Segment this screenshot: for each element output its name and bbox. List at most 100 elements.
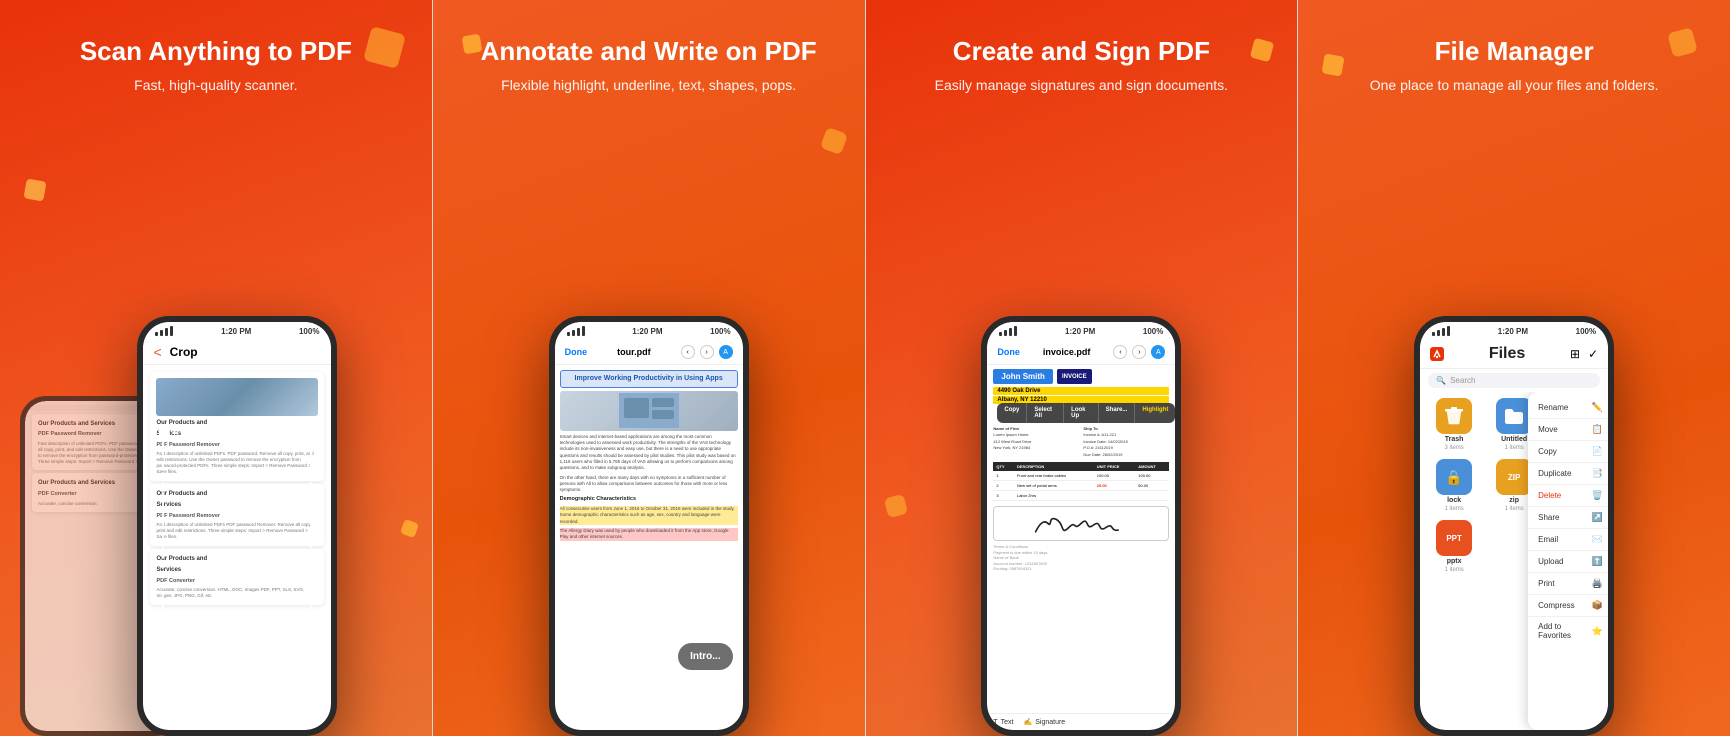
compress-label: Compress bbox=[1538, 601, 1574, 610]
ctx-copy[interactable]: Copy bbox=[997, 403, 1027, 423]
email-icon: ✉️ bbox=[1592, 534, 1603, 545]
article-body-2: On the other hand, there are many days w… bbox=[560, 475, 738, 494]
share-icon: ↗️ bbox=[1592, 512, 1603, 523]
ctx-look-up[interactable]: Look Up bbox=[1064, 403, 1099, 423]
phone-files: 1:20 PM 100% Files ⊞ ✓ 🔍 bbox=[1414, 316, 1614, 736]
invoice-terms: Terms & Conditions Payment is due within… bbox=[993, 544, 1169, 572]
article-image bbox=[560, 391, 738, 431]
statusbar-scan: 1:20 PM 100% bbox=[143, 322, 331, 340]
article-body-1: Smart devices and internet-based applica… bbox=[560, 434, 738, 472]
zip-file-name: zip bbox=[1509, 497, 1519, 504]
duplicate-icon: 📑 bbox=[1592, 468, 1603, 479]
ctx-favorites[interactable]: Add to Favorites ⭐ bbox=[1528, 617, 1608, 645]
ctx-duplicate[interactable]: Duplicate 📑 bbox=[1528, 463, 1608, 485]
print-icon: 🖨️ bbox=[1592, 578, 1603, 589]
back-arrow-icon[interactable]: < bbox=[153, 344, 161, 360]
file-item-pptx[interactable]: PPT pptx 1 items bbox=[1428, 520, 1480, 573]
invoice-label: INVOICE bbox=[1057, 369, 1092, 384]
pptx-file-icon: PPT bbox=[1436, 520, 1472, 556]
ctx-share[interactable]: Share... bbox=[1099, 403, 1136, 423]
favorites-icon: ⭐ bbox=[1592, 626, 1603, 637]
sig-icon: ✍ bbox=[1024, 718, 1033, 726]
deco-square-3 bbox=[400, 519, 419, 538]
pptx-file-size: 1 items bbox=[1444, 567, 1463, 573]
files-header-icons: ⊞ ✓ bbox=[1570, 347, 1598, 361]
crop-overlay[interactable] bbox=[162, 432, 312, 709]
context-panel: Rename ✏️ Move 📋 Copy 📄 Duplicate bbox=[1528, 392, 1608, 730]
files-title-heading: File Manager bbox=[1415, 36, 1614, 67]
files-subtitle: One place to manage all your files and f… bbox=[1340, 75, 1689, 96]
invoice-table: QTY DESCRIPTION UNIT PRICE AMOUNT 1 Fron… bbox=[993, 462, 1169, 501]
untitled-folder-name: Untitled bbox=[1501, 436, 1527, 443]
compress-icon: 📦 bbox=[1592, 600, 1603, 611]
ctx-select-all[interactable]: Select All bbox=[1027, 403, 1064, 423]
invoice-context-menu: Copy Select All Look Up Share... Highlig… bbox=[997, 403, 1175, 423]
highlight-box: Improve Working Productivity in Using Ap… bbox=[560, 370, 738, 388]
battery-sign: 100% bbox=[1143, 327, 1163, 336]
files-search-bar[interactable]: 🔍 Search bbox=[1428, 373, 1600, 388]
ctx-rename[interactable]: Rename ✏️ bbox=[1528, 397, 1608, 419]
deco-sq-s1 bbox=[1250, 38, 1274, 62]
demographic-heading: Demographic Characteristics bbox=[560, 496, 738, 504]
lock-file-size: 1 items bbox=[1444, 506, 1463, 512]
intro-bubble: Intro... bbox=[678, 643, 733, 670]
scan-title: Scan Anything to PDF bbox=[60, 36, 372, 67]
deco-sq-a2 bbox=[819, 127, 847, 155]
deco-sq-f2 bbox=[1667, 27, 1698, 58]
annotate-filename: tour.pdf bbox=[617, 347, 651, 357]
annotate-icon-prev[interactable]: ‹ bbox=[681, 345, 695, 359]
invoice-address: 4490 Oak Drive Albany, NY 12210 bbox=[993, 387, 1169, 404]
sign-title: Create and Sign PDF bbox=[933, 36, 1230, 67]
search-icon: 🔍 bbox=[1436, 376, 1446, 385]
file-item-trash[interactable]: Trash 3 items bbox=[1428, 398, 1480, 451]
ctx-print[interactable]: Print 🖨️ bbox=[1528, 573, 1608, 595]
print-label: Print bbox=[1538, 579, 1554, 588]
battery-files: 100% bbox=[1576, 327, 1596, 336]
files-header: Files ⊞ ✓ bbox=[1420, 340, 1608, 369]
ctx-upload[interactable]: Upload ⬆️ bbox=[1528, 551, 1608, 573]
section-files: File Manager One place to manage all you… bbox=[1298, 0, 1730, 736]
annotate-toolbar: ‹ › A bbox=[681, 345, 733, 359]
email-label: Email bbox=[1538, 535, 1558, 544]
trash-folder-icon bbox=[1436, 398, 1472, 434]
annotate-nav: Done tour.pdf ‹ › A bbox=[555, 340, 743, 365]
invoice-address-1: 4490 Oak Drive bbox=[993, 387, 1169, 395]
invoice-bottom-icons: T Text ✍ Signature bbox=[987, 713, 1175, 730]
invoice-info-rows: Name of Firm Lorem Ipsum Home 412 West R… bbox=[993, 426, 1169, 458]
check-icon[interactable]: ✓ bbox=[1588, 347, 1598, 361]
th-qty: QTY bbox=[993, 462, 1014, 471]
invoice-icon-prev[interactable]: ‹ bbox=[1113, 345, 1127, 359]
ctx-compress[interactable]: Compress 📦 bbox=[1528, 595, 1608, 617]
invoice-header-row: John Smith INVOICE bbox=[993, 369, 1169, 384]
text-icon-item[interactable]: T Text bbox=[993, 718, 1013, 726]
crop-corner-bl bbox=[159, 702, 169, 712]
ctx-move[interactable]: Move 📋 bbox=[1528, 419, 1608, 441]
ctx-share[interactable]: Share ↗️ bbox=[1528, 507, 1608, 529]
invoice-row-1: 1 Front and rear brake cables 100.00 100… bbox=[993, 471, 1169, 481]
untitled-folder-icon bbox=[1496, 398, 1532, 434]
ctx-highlight[interactable]: Highlight bbox=[1135, 403, 1175, 423]
ctx-copy[interactable]: Copy 📄 bbox=[1528, 441, 1608, 463]
signature-icon-item[interactable]: ✍ Signature bbox=[1024, 718, 1066, 726]
file-item-lock[interactable]: 🔒 lock 1 items bbox=[1428, 459, 1480, 512]
move-label: Move bbox=[1538, 425, 1558, 434]
files-main-title: Files bbox=[1489, 345, 1525, 363]
invoice-icon-next[interactable]: › bbox=[1132, 345, 1146, 359]
scan-content: Our Products and Services PDF Password R… bbox=[143, 365, 331, 730]
zip-file-size: 1 items bbox=[1504, 506, 1523, 512]
search-placeholder: Search bbox=[1450, 376, 1475, 385]
untitled-folder-size: 1 items bbox=[1504, 445, 1523, 451]
annotate-icon-next[interactable]: › bbox=[700, 345, 714, 359]
annotate-done-btn[interactable]: Done bbox=[565, 347, 588, 357]
invoice-done-btn[interactable]: Done bbox=[997, 347, 1020, 357]
invoice-icon-user[interactable]: A bbox=[1151, 345, 1165, 359]
upload-icon: ⬆️ bbox=[1592, 556, 1603, 567]
ctx-email[interactable]: Email ✉️ bbox=[1528, 529, 1608, 551]
grid-icon[interactable]: ⊞ bbox=[1570, 347, 1580, 361]
annotate-content: Improve Working Productivity in Using Ap… bbox=[555, 365, 743, 730]
th-desc: DESCRIPTION bbox=[1014, 462, 1094, 471]
annotate-icon-user[interactable]: A bbox=[719, 345, 733, 359]
ctx-delete[interactable]: Delete 🗑️ bbox=[1528, 485, 1608, 507]
text-label: Text bbox=[1001, 719, 1014, 726]
annotate-title: Annotate and Write on PDF bbox=[461, 36, 837, 67]
